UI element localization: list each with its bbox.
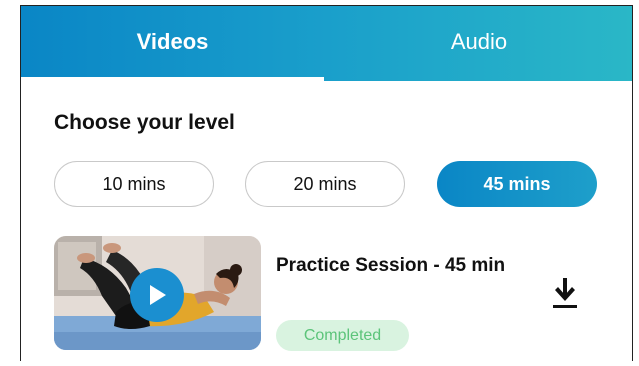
status-badge: Completed [276, 320, 409, 351]
tab-videos-label: Videos [136, 28, 209, 54]
level-option-10-mins[interactable]: 10 mins [54, 161, 214, 207]
active-tab-indicator [21, 77, 324, 81]
play-icon [146, 283, 168, 307]
level-heading: Choose your level [54, 111, 235, 134]
download-button[interactable] [550, 276, 580, 310]
tab-audio-label: Audio [450, 28, 508, 54]
tab-videos[interactable]: Videos [21, 6, 324, 81]
video-thumbnail[interactable] [54, 236, 261, 350]
level-option-label: 45 mins [483, 173, 551, 194]
level-option-20-mins[interactable]: 20 mins [245, 161, 405, 207]
level-option-label: 20 mins [293, 173, 357, 194]
tab-bar: Videos Audio [21, 6, 632, 81]
play-button[interactable] [130, 268, 184, 322]
level-option-label: 10 mins [102, 173, 166, 194]
status-badge-label: Completed [303, 326, 382, 344]
tab-audio[interactable]: Audio [324, 6, 632, 81]
download-icon [550, 278, 580, 314]
session-title: Practice Session - 45 min [276, 255, 506, 276]
app-frame: Videos Audio Choose your level 10 mins 2… [20, 5, 633, 361]
level-option-45-mins[interactable]: 45 mins [437, 161, 597, 207]
